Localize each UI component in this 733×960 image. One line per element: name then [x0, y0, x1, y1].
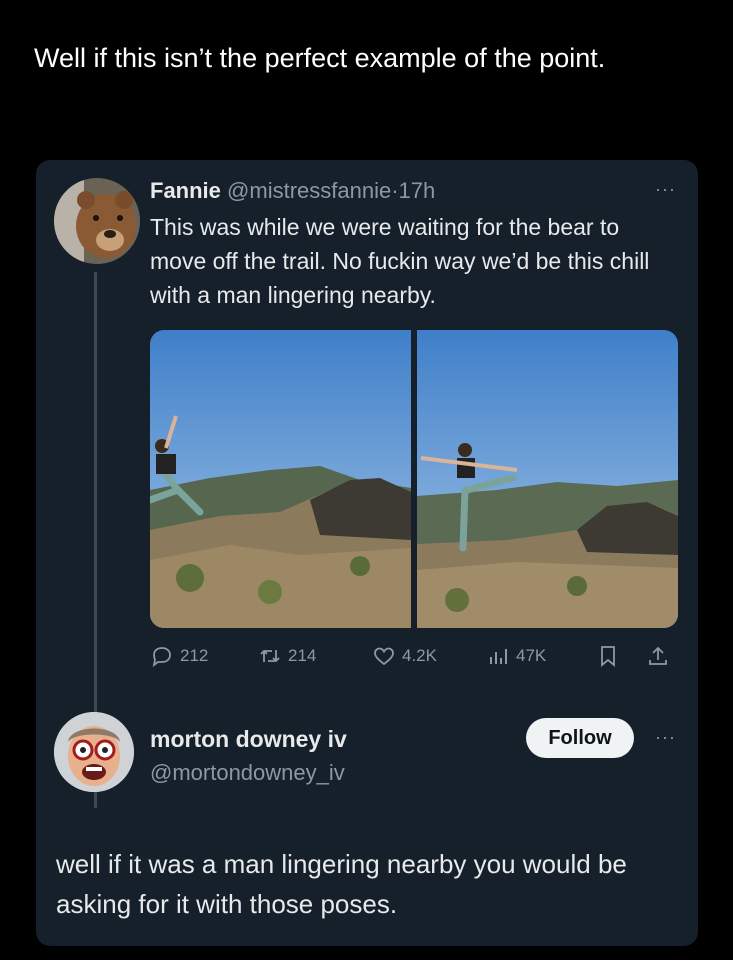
like-count: 4.2K — [402, 646, 437, 665]
share-icon — [649, 646, 667, 665]
views-icon — [490, 649, 507, 664]
author-name[interactable]: Fannie — [150, 178, 221, 203]
share-action[interactable] — [646, 644, 670, 668]
morton-avatar[interactable] — [54, 712, 134, 792]
author-handle[interactable]: @mistressfannie — [227, 178, 391, 203]
bookmark-action[interactable] — [596, 644, 620, 668]
like-icon — [374, 647, 394, 666]
post-caption: Well if this isn’t the perfect example o… — [34, 43, 606, 73]
follow-button[interactable]: Follow — [526, 718, 634, 758]
retweet-icon — [260, 649, 280, 663]
views-action[interactable]: 47K — [486, 644, 546, 668]
reply-icon — [152, 647, 171, 668]
more-options-icon[interactable]: ··· — [655, 180, 676, 198]
tweet-text: This was while we were waiting for the b… — [150, 214, 650, 308]
views-count: 47K — [516, 646, 547, 665]
tweet-card[interactable]: Fannie @mistressfannie·17h ··· This was … — [36, 160, 698, 946]
reply-text: well if it was a man lingering nearby yo… — [56, 849, 627, 919]
more-options-icon[interactable]: ··· — [655, 728, 676, 746]
tweet-header: Fannie @mistressfannie·17h — [150, 178, 435, 204]
fannie-avatar[interactable] — [54, 178, 140, 264]
tweet-time[interactable]: 17h — [399, 178, 436, 203]
separator-dot: · — [391, 178, 399, 203]
reply-action[interactable]: 212 — [150, 644, 208, 668]
yoga-photo-1[interactable] — [150, 330, 411, 628]
retweet-count: 214 — [288, 646, 317, 665]
bookmark-icon — [601, 646, 615, 667]
reply-author-handle[interactable]: @mortondowney_iv — [150, 760, 345, 786]
tweet-actions: 212 214 4.2K 47K — [150, 644, 678, 674]
tweet-media[interactable] — [150, 330, 678, 628]
retweet-action[interactable]: 214 — [258, 644, 316, 668]
yoga-photo-2[interactable] — [417, 330, 678, 628]
like-action[interactable]: 4.2K — [372, 644, 437, 668]
reply-count: 212 — [180, 646, 209, 665]
reply-author-name[interactable]: morton downey iv — [150, 726, 347, 753]
